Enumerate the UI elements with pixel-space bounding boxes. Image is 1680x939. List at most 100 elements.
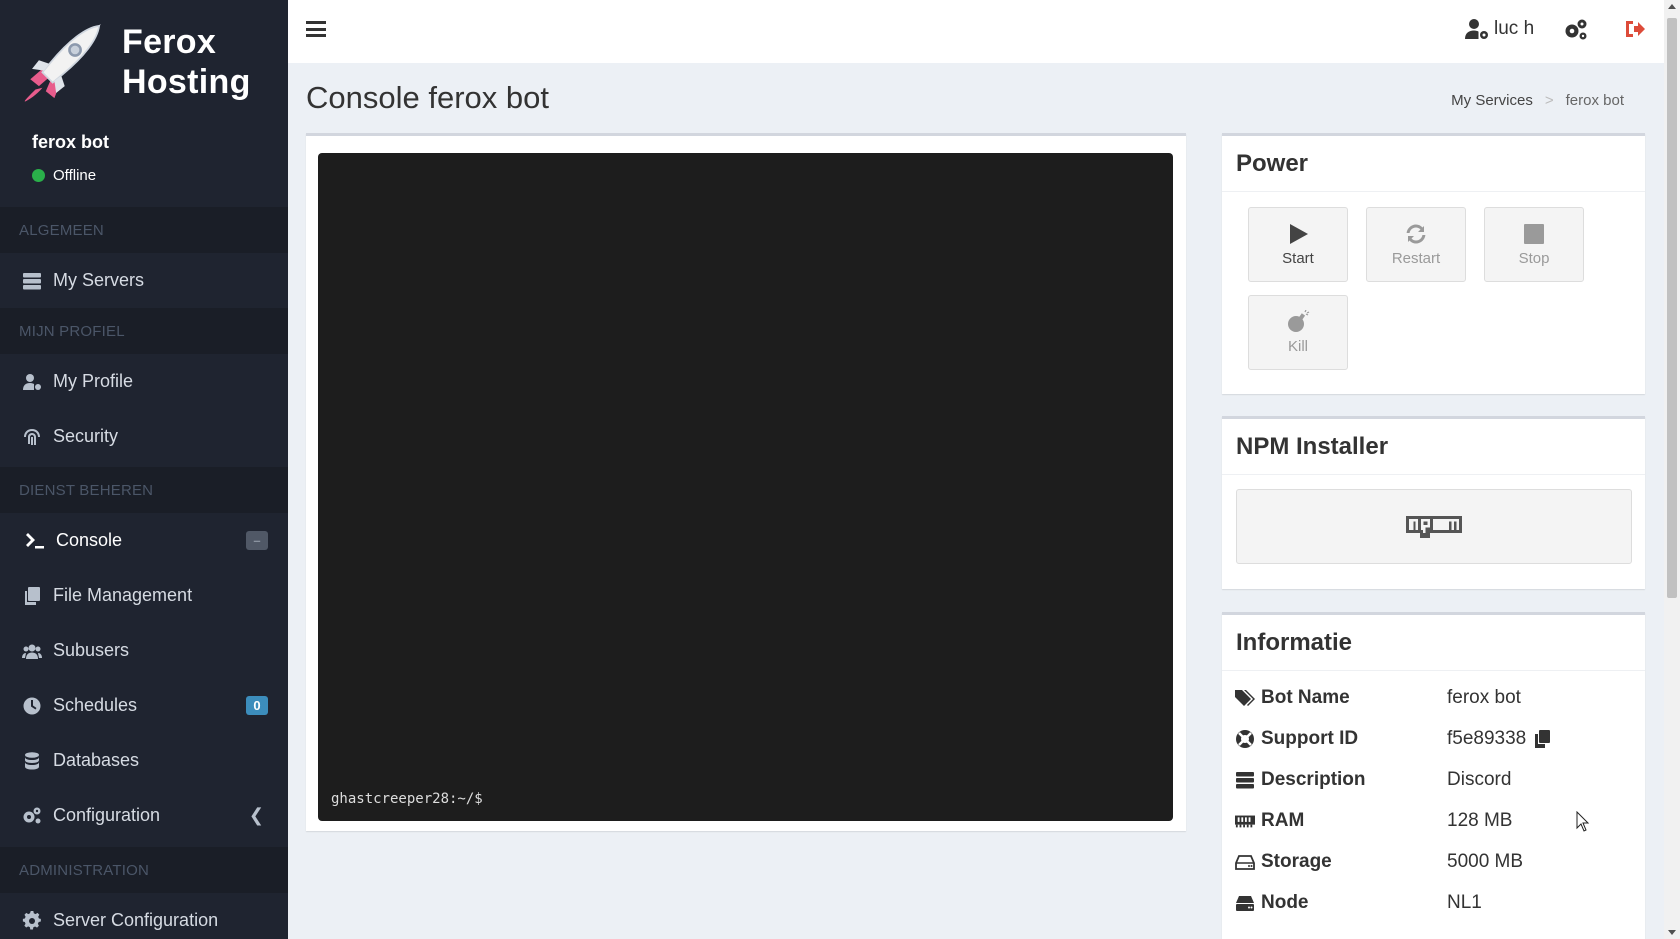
info-row-bot-name: Bot Name ferox bot xyxy=(1235,683,1631,713)
sidebar-item-console[interactable]: Console – xyxy=(0,513,288,568)
sidebar-item-my-profile[interactable]: My Profile xyxy=(0,354,288,409)
start-label: Start xyxy=(1282,250,1314,267)
tags-icon xyxy=(1235,690,1255,706)
kill-button[interactable]: Kill xyxy=(1248,295,1348,370)
cogs-icon[interactable] xyxy=(1564,18,1588,42)
breadcrumb-separator: > xyxy=(1544,92,1554,109)
brand[interactable]: Ferox Hosting xyxy=(0,0,288,124)
info-key-label: Support ID xyxy=(1261,728,1359,749)
server-icon xyxy=(21,271,43,291)
sidebar-item-databases[interactable]: Databases xyxy=(0,733,288,788)
info-key: Description xyxy=(1235,769,1447,791)
play-icon xyxy=(1290,224,1308,244)
info-value: NL1 xyxy=(1447,892,1482,913)
console-prompt[interactable]: ghastcreeper28:~/$ xyxy=(331,791,483,807)
scroll-down-icon[interactable] xyxy=(1668,930,1676,935)
sidebar-item-label: Configuration xyxy=(53,805,161,825)
sidebar-item-label: File Management xyxy=(53,585,193,605)
start-button[interactable]: Start xyxy=(1248,207,1348,282)
rocket-logo-icon xyxy=(24,24,101,102)
info-value: f5e89338 xyxy=(1447,728,1551,750)
sidebar-item-server-configuration[interactable]: Server Configuration xyxy=(0,893,288,939)
sidebar-item-security[interactable]: Security xyxy=(0,409,288,464)
info-row-support-id: Support ID f5e89338 xyxy=(1235,724,1631,754)
sidebar-item-label: Server Configuration xyxy=(53,910,219,930)
chevron-left-icon: ❮ xyxy=(248,805,264,825)
info-key-label: Node xyxy=(1261,892,1309,913)
status-dot-icon xyxy=(32,169,45,182)
memory-icon xyxy=(1235,815,1255,828)
kill-label: Kill xyxy=(1287,338,1308,355)
info-key: Support ID xyxy=(1235,728,1447,750)
npm-installer-panel: NPM Installer npm xyxy=(1222,416,1645,589)
info-row-ram: RAM 128 MB xyxy=(1235,806,1631,836)
info-key-label: Storage xyxy=(1261,851,1332,872)
info-row-storage: Storage 5000 MB xyxy=(1235,847,1631,877)
stop-label: Stop xyxy=(1518,250,1550,267)
brand-name: Ferox Hosting xyxy=(122,22,251,102)
copy-icon[interactable] xyxy=(1534,730,1551,748)
bomb-icon xyxy=(1288,310,1310,332)
breadcrumb: My Services > ferox bot xyxy=(1451,92,1624,109)
mouse-cursor-icon xyxy=(1576,811,1590,832)
cogs-icon xyxy=(21,806,43,826)
page-scrollbar[interactable] xyxy=(1664,0,1680,939)
section-dienst-beheren: DIENST BEHEREN xyxy=(0,467,288,513)
info-title: Informatie xyxy=(1222,615,1645,671)
info-key-label: RAM xyxy=(1261,810,1305,831)
terminal-output[interactable]: ghastcreeper28:~/$ xyxy=(318,153,1173,821)
power-title: Power xyxy=(1222,136,1645,192)
scroll-thumb[interactable] xyxy=(1667,18,1677,598)
server-status: Offline xyxy=(32,167,288,184)
info-key: RAM xyxy=(1235,810,1447,832)
info-key: Storage xyxy=(1235,851,1447,873)
info-row-description: Description Discord xyxy=(1235,765,1631,795)
sidebar-item-file-management[interactable]: File Management xyxy=(0,568,288,623)
info-panel: Informatie Bot Name ferox bot Support ID… xyxy=(1222,612,1645,939)
database-icon xyxy=(21,751,43,771)
section-algemeen: ALGEMEEN xyxy=(0,207,288,253)
user-name: luc h xyxy=(1494,18,1535,39)
scroll-up-icon[interactable] xyxy=(1668,4,1676,9)
npm-install-button[interactable]: npm xyxy=(1236,489,1632,564)
hdd-solid-icon xyxy=(1236,896,1254,911)
sidebar-item-label: Console xyxy=(56,530,123,550)
terminal-icon xyxy=(24,531,46,551)
info-value: 5000 MB xyxy=(1447,851,1524,872)
sidebar-item-label: Security xyxy=(53,426,119,446)
info-key: Node xyxy=(1235,892,1447,914)
hdd-icon xyxy=(1235,855,1255,870)
server-name: ferox bot xyxy=(32,132,110,152)
sidebar-item-my-servers[interactable]: My Servers xyxy=(0,253,288,308)
info-value: ferox bot xyxy=(1447,687,1521,708)
restart-button[interactable]: Restart xyxy=(1366,207,1466,282)
stop-button[interactable]: Stop xyxy=(1484,207,1584,282)
console-badge: – xyxy=(246,531,268,550)
npm-logo-icon: npm xyxy=(1406,515,1462,538)
brand-line1: Ferox xyxy=(122,23,217,61)
sign-out-icon[interactable] xyxy=(1624,18,1646,40)
menu-toggle-icon[interactable] xyxy=(306,21,326,37)
info-value: Discord xyxy=(1447,769,1512,790)
npm-title: NPM Installer xyxy=(1222,419,1645,475)
sidebar-item-label: Schedules xyxy=(53,695,138,715)
sidebar-item-label: Subusers xyxy=(53,640,130,660)
info-key-label: Description xyxy=(1261,769,1366,790)
sidebar-item-schedules[interactable]: Schedules 0 xyxy=(0,678,288,733)
sidebar-item-subusers[interactable]: Subusers xyxy=(0,623,288,678)
status-label: Offline xyxy=(53,167,97,184)
sidebar-item-label: My Servers xyxy=(53,270,145,290)
server-panel: ferox bot Offline xyxy=(0,124,288,202)
users-icon xyxy=(21,641,43,661)
user-menu[interactable]: luc h xyxy=(1465,18,1534,40)
user-cog-icon xyxy=(1465,19,1488,39)
info-value: 128 MB xyxy=(1447,810,1513,831)
section-mijn-profiel: MIJN PROFIEL xyxy=(0,308,288,354)
info-key-label: Bot Name xyxy=(1261,687,1350,708)
page-title: Console ferox bot xyxy=(306,80,549,115)
fingerprint-icon xyxy=(21,427,43,447)
breadcrumb-my-services[interactable]: My Services xyxy=(1451,92,1533,109)
stop-icon xyxy=(1524,224,1544,244)
sidebar-item-configuration[interactable]: Configuration ❮ xyxy=(0,788,288,843)
sidebar-item-label: Databases xyxy=(53,750,140,770)
